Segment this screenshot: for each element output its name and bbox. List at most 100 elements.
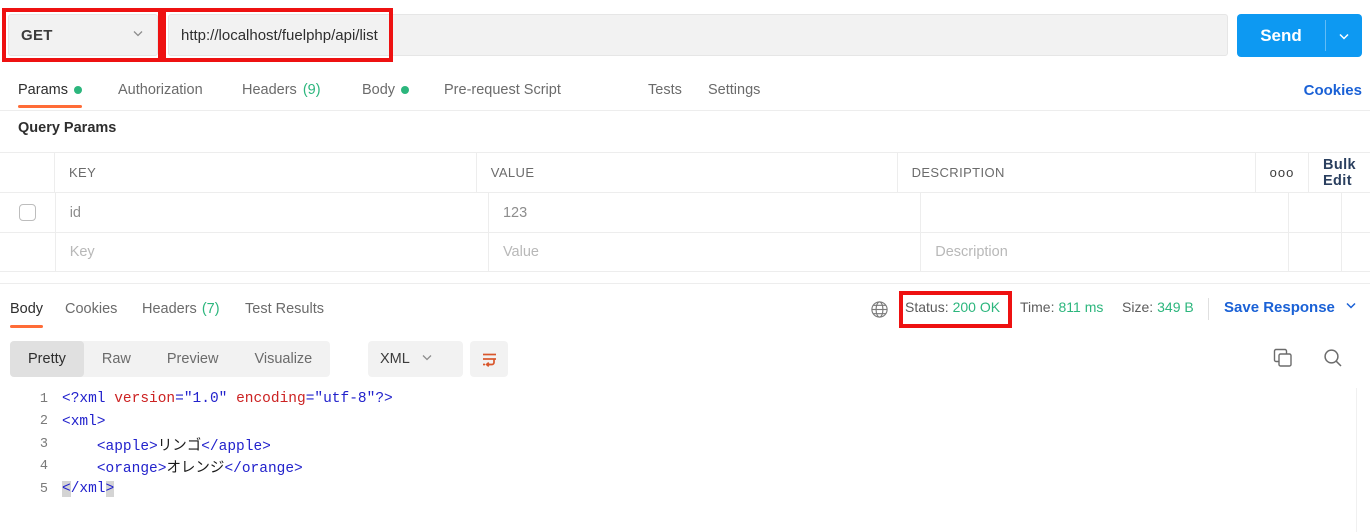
method-dropdown[interactable]: GET (8, 14, 158, 56)
body-dot-icon (401, 86, 410, 94)
save-response-button[interactable]: Save Response (1224, 298, 1358, 316)
code-line: 3 <apple>リンゴ</apple> (0, 433, 1370, 456)
code-lines: 1 <?xml version="1.0" encoding="utf-8"?> 2… (0, 388, 1370, 501)
chevron-down-icon (1344, 298, 1358, 316)
code-line: 1 <?xml version="1.0" encoding="utf-8"?> (0, 388, 1370, 411)
table-options-icon[interactable]: ooo (1256, 153, 1309, 192)
code-token: ?> (375, 391, 393, 408)
row-checkbox-cell (0, 233, 56, 271)
url-text: http://localhost/fuelphp/api/list (181, 26, 378, 44)
view-mode-raw[interactable]: Raw (84, 341, 149, 377)
response-tab-cookies-label: Cookies (65, 301, 118, 317)
time-badge: Time: 811 ms (1020, 299, 1103, 315)
response-divider (0, 283, 1370, 284)
send-button[interactable]: Send (1237, 14, 1362, 57)
query-params-table: KEY VALUE DESCRIPTION ooo Bulk Edit id 1… (0, 152, 1370, 272)
code-line: 5 </xml> (0, 478, 1370, 501)
header-key: KEY (55, 153, 477, 192)
word-wrap-icon[interactable] (470, 341, 508, 377)
code-text: </xml> (62, 481, 115, 498)
url-bar: GET http://localhost/fuelphp/api/list Se… (0, 0, 1370, 70)
unsaved-dot-icon (73, 86, 82, 94)
tab-body-label: Body (362, 82, 396, 98)
header-checkbox-cell (0, 153, 55, 192)
header-value: VALUE (477, 153, 898, 192)
line-number: 4 (39, 459, 48, 475)
row-value-placeholder[interactable]: Value (489, 233, 922, 271)
table-row[interactable]: id 123 (0, 192, 1370, 232)
size-badge: Size: 349 B (1122, 299, 1194, 315)
meta-divider (1208, 298, 1209, 320)
query-params-title: Query Params (18, 120, 117, 136)
tab-headers-label: Headers (242, 82, 297, 98)
row-options-cell (1289, 233, 1342, 271)
tab-settings[interactable]: Settings (708, 70, 760, 110)
status-badge: Status: 200 OK (905, 299, 1000, 315)
code-text: <xml> (62, 414, 106, 430)
search-icon[interactable] (1322, 347, 1344, 374)
vertical-scrollbar[interactable] (1356, 388, 1370, 532)
cookies-link[interactable]: Cookies (1304, 70, 1362, 110)
tab-pre-request-script[interactable]: Pre-request Script (444, 70, 561, 110)
line-number: 2 (39, 414, 48, 430)
code-token: リンゴ (157, 438, 202, 455)
response-tab-body[interactable]: Body (10, 290, 44, 328)
copy-icon[interactable] (1272, 347, 1294, 374)
response-tab-cookies[interactable]: Cookies (65, 290, 117, 328)
line-number: 3 (39, 436, 48, 452)
send-options-chevron-down-icon[interactable] (1326, 14, 1362, 57)
tab-authorization[interactable]: Authorization (118, 70, 203, 110)
row-checkbox-cell (0, 193, 56, 232)
tab-headers[interactable]: Headers (9) (242, 70, 321, 110)
tab-settings-label: Settings (708, 82, 761, 98)
code-token: </orange> (224, 461, 303, 478)
send-label: Send (1260, 25, 1302, 45)
tab-body[interactable]: Body (362, 70, 410, 110)
time-value: 811 ms (1058, 299, 1104, 315)
code-line: 2 <xml> (0, 411, 1370, 434)
code-token: "1.0" (183, 391, 228, 408)
chevron-down-icon (131, 26, 145, 45)
response-tab-body-label: Body (10, 301, 44, 317)
format-dropdown[interactable]: XML (368, 341, 463, 377)
row-description-placeholder[interactable]: Description (921, 233, 1290, 271)
tabs-divider (0, 110, 1370, 111)
code-token: <?xml (62, 391, 115, 408)
postman-window: GET http://localhost/fuelphp/api/list Se… (0, 0, 1370, 532)
table-header-row: KEY VALUE DESCRIPTION ooo Bulk Edit (0, 152, 1370, 192)
status-label: Status: (905, 299, 949, 315)
row-checkbox[interactable] (18, 204, 36, 221)
bulk-edit-button[interactable]: Bulk Edit (1309, 153, 1370, 192)
response-tab-headers[interactable]: Headers (7) (142, 290, 220, 328)
response-body-code[interactable]: 1 <?xml version="1.0" encoding="utf-8"?> 2… (0, 388, 1370, 532)
view-mode-visualize[interactable]: Visualize (236, 341, 330, 377)
code-token: <orange> (96, 461, 167, 478)
table-row[interactable]: Key Value Description (0, 232, 1370, 272)
response-tab-headers-label: Headers (142, 301, 197, 317)
bulk-edit-label: Bulk Edit (1322, 156, 1356, 189)
code-token: /xml (70, 481, 106, 498)
tab-params[interactable]: Params (18, 70, 82, 110)
code-token: <xml> (62, 413, 106, 430)
view-mode-preview[interactable]: Preview (149, 341, 237, 377)
globe-icon[interactable] (870, 300, 889, 324)
time-label: Time: (1020, 299, 1055, 315)
code-token: </apple> (201, 438, 271, 455)
view-mode-pretty[interactable]: Pretty (10, 341, 84, 377)
row-value[interactable]: 123 (489, 193, 922, 232)
response-tab-test-results[interactable]: Test Results (245, 290, 324, 328)
row-key-placeholder[interactable]: Key (56, 233, 489, 271)
tab-tests[interactable]: Tests (648, 70, 682, 110)
url-input[interactable]: http://localhost/fuelphp/api/list (168, 14, 1228, 56)
row-key[interactable]: id (56, 193, 489, 232)
code-token: < (62, 481, 71, 498)
chevron-down-icon (420, 350, 434, 368)
row-description[interactable] (921, 193, 1290, 232)
tab-params-label: Params (18, 82, 68, 98)
view-mode-group: Pretty Raw Preview Visualize (10, 341, 331, 377)
tab-tests-label: Tests (648, 82, 682, 98)
code-text: <apple>リンゴ</apple> (62, 434, 271, 455)
code-line: 4 <orange>オレンジ</orange> (0, 456, 1370, 479)
